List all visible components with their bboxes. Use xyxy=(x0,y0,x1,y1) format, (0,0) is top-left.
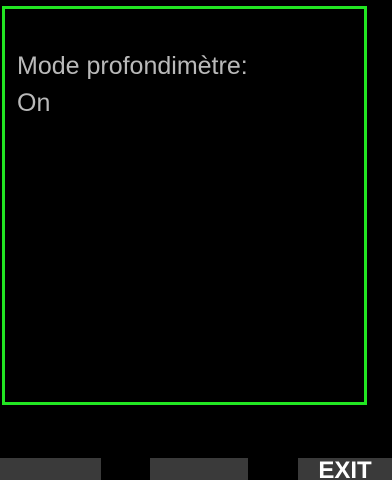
exit-softkey-button[interactable]: EXIT xyxy=(298,458,392,480)
setting-value[interactable]: On xyxy=(17,88,50,118)
middle-softkey-button[interactable] xyxy=(150,458,248,480)
left-softkey-button[interactable] xyxy=(0,458,101,480)
dive-computer-screen: Mode profondimètre: On EXIT xyxy=(0,0,392,480)
setting-label: Mode profondimètre: xyxy=(17,52,248,80)
